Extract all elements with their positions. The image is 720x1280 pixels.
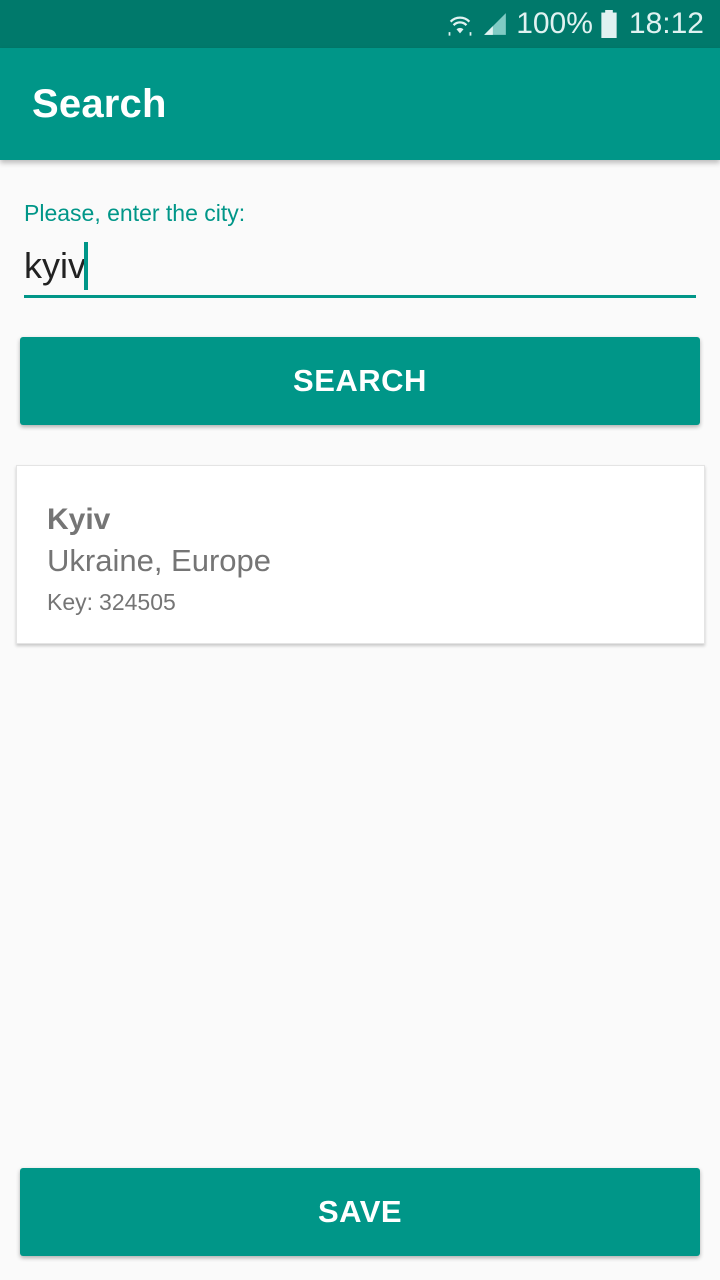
clock: 18:12 (628, 7, 704, 40)
status-bar: 100% 18:12 (0, 0, 720, 48)
result-key: Key: 324505 (47, 586, 704, 618)
city-input[interactable] (24, 238, 696, 294)
result-region: Ukraine, Europe (47, 543, 272, 578)
page-title: Search (32, 81, 167, 126)
save-button[interactable]: SAVE (20, 1168, 700, 1256)
result-key-label: Key: (47, 589, 94, 615)
city-field-label: Please, enter the city: (24, 200, 246, 226)
battery-icon (601, 10, 617, 38)
signal-icon (482, 11, 508, 37)
result-city-name: Kyiv (47, 503, 111, 536)
search-button[interactable]: SEARCH (20, 337, 700, 425)
battery-level: 100% (516, 7, 593, 40)
text-cursor (84, 242, 88, 290)
city-result-card[interactable]: Kyiv Ukraine, Europe Key: 324505 (16, 465, 705, 644)
wifi-icon (446, 10, 474, 38)
city-field (24, 238, 696, 298)
result-key-value: 324505 (99, 589, 176, 615)
app-bar: Search (0, 48, 720, 160)
